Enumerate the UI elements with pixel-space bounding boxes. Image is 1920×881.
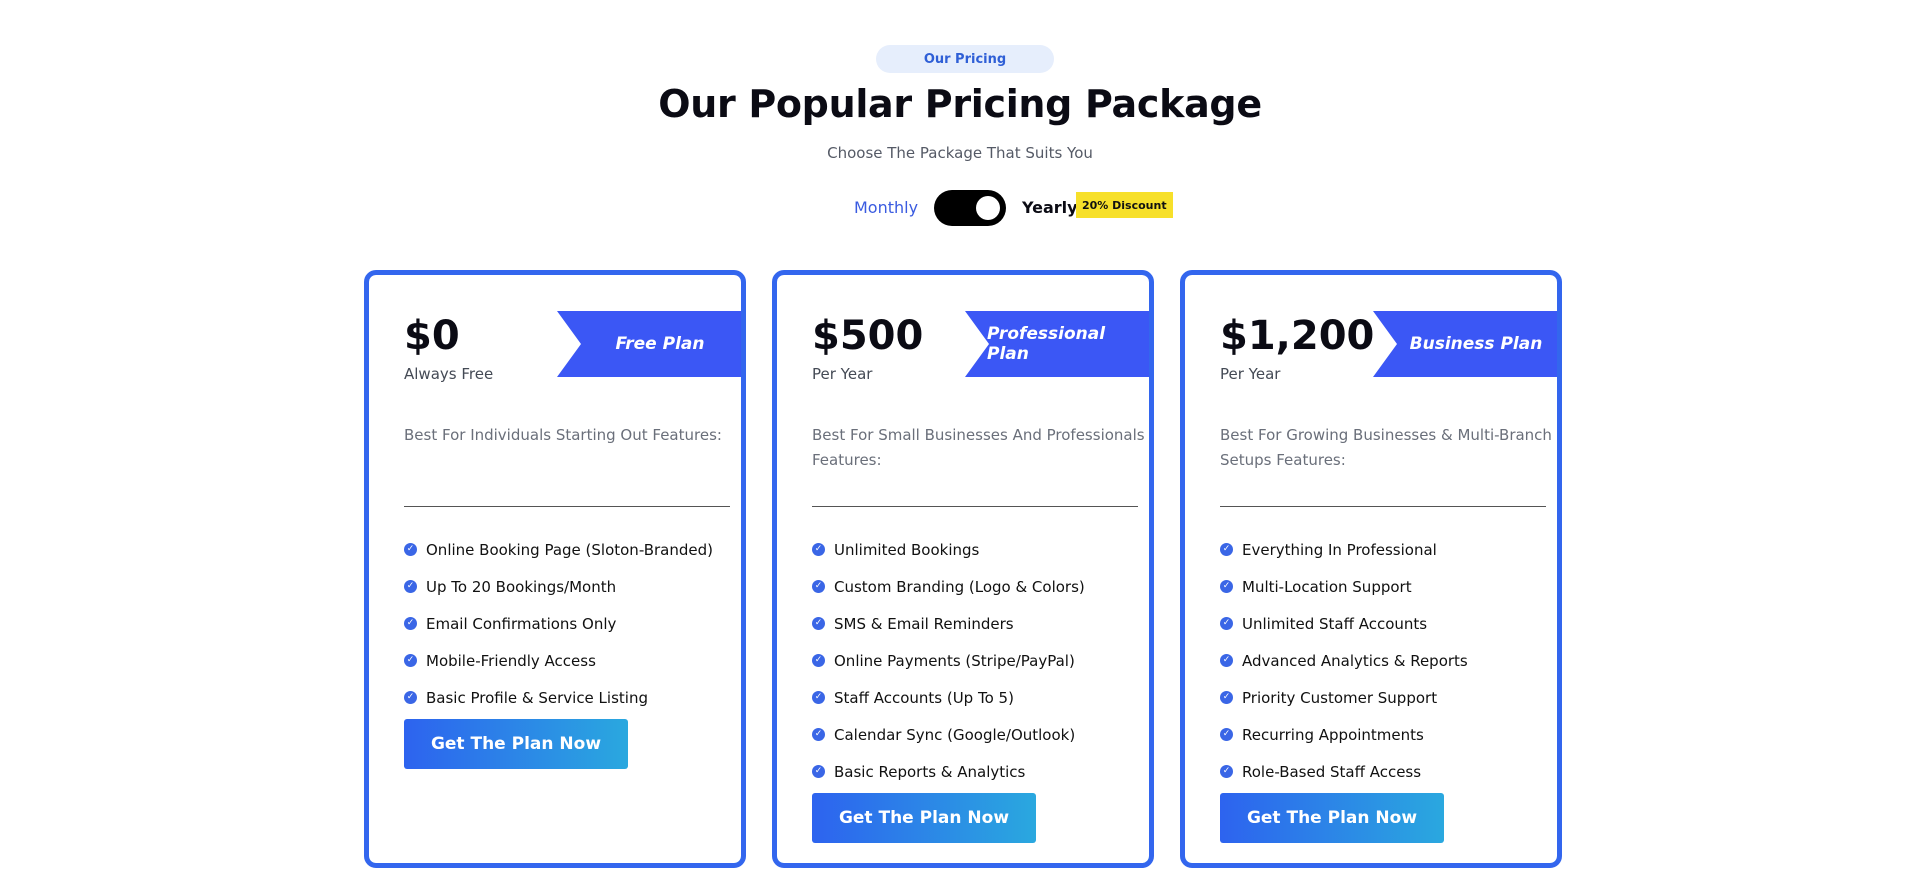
divider — [812, 506, 1138, 507]
check-circle-icon: ✓ — [812, 580, 825, 593]
feature-list: ✓ Everything In Professional ✓ Multi-Locat… — [1220, 531, 1557, 790]
billing-toggle-switch[interactable] — [934, 190, 1006, 226]
pricing-card-free: $0 Always Free Free Plan Best For Indivi… — [364, 270, 746, 868]
pricing-eyebrow: Our Pricing — [876, 45, 1054, 73]
feature-item: ✓ Role-Based Staff Access — [1220, 753, 1557, 790]
pricing-card-business: $1,200 Per Year Business Plan Best For G… — [1180, 270, 1562, 868]
plan-price: $1,200 — [1220, 313, 1375, 359]
check-circle-icon: ✓ — [1220, 728, 1233, 741]
check-circle-icon: ✓ — [812, 543, 825, 556]
check-circle-icon: ✓ — [404, 617, 417, 630]
check-circle-icon: ✓ — [812, 691, 825, 704]
plan-period: Always Free — [404, 365, 494, 383]
yearly-label[interactable]: Yearly — [1022, 198, 1078, 217]
feature-text: Custom Branding (Logo & Colors) — [834, 577, 1085, 596]
discount-badge: 20% Discount — [1076, 192, 1173, 218]
check-circle-icon: ✓ — [1220, 765, 1233, 778]
feature-list: ✓ Online Booking Page (Sloton-Branded) ✓ U… — [404, 531, 741, 716]
feature-item: ✓ Everything In Professional — [1220, 531, 1557, 568]
feature-text: Email Confirmations Only — [426, 614, 617, 633]
check-circle-icon: ✓ — [404, 543, 417, 556]
check-circle-icon: ✓ — [404, 691, 417, 704]
check-circle-icon: ✓ — [404, 580, 417, 593]
plan-description: Best For Growing Businesses & Multi-Bran… — [1220, 426, 1552, 469]
feature-text: Multi-Location Support — [1242, 577, 1412, 596]
feature-item: ✓ Advanced Analytics & Reports — [1220, 642, 1557, 679]
get-plan-button[interactable]: Get The Plan Now — [1220, 793, 1444, 843]
feature-text: Basic Reports & Analytics — [834, 762, 1026, 781]
check-circle-icon: ✓ — [1220, 654, 1233, 667]
feature-text: SMS & Email Reminders — [834, 614, 1014, 633]
pricing-card-professional: $500 Per Year Professional Plan Best For… — [772, 270, 1154, 868]
monthly-label[interactable]: Monthly — [854, 198, 918, 217]
feature-item: ✓ Recurring Appointments — [1220, 716, 1557, 753]
plan-ribbon: Business Plan — [1373, 311, 1557, 377]
feature-list: ✓ Unlimited Bookings ✓ Custom Branding (Lo… — [812, 531, 1149, 790]
feature-item: ✓ Calendar Sync (Google/Outlook) — [812, 716, 1149, 753]
check-circle-icon: ✓ — [1220, 580, 1233, 593]
feature-text: Priority Customer Support — [1242, 688, 1438, 707]
plan-period: Per Year — [1220, 365, 1281, 383]
divider — [404, 506, 730, 507]
plan-period: Per Year — [812, 365, 873, 383]
check-circle-icon: ✓ — [812, 728, 825, 741]
plan-description: Best For Individuals Starting Out Featur… — [404, 426, 722, 444]
page-subtitle: Choose The Package That Suits You — [827, 144, 1093, 162]
check-circle-icon: ✓ — [812, 765, 825, 778]
plan-ribbon: Professional Plan — [965, 311, 1149, 377]
feature-text: Role-Based Staff Access — [1242, 762, 1422, 781]
feature-item: ✓ Unlimited Bookings — [812, 531, 1149, 568]
plan-price: $0 — [404, 313, 460, 359]
get-plan-button[interactable]: Get The Plan Now — [812, 793, 1036, 843]
feature-text: Calendar Sync (Google/Outlook) — [834, 725, 1076, 744]
plan-description: Best For Small Businesses And Profession… — [812, 426, 1145, 469]
feature-text: Advanced Analytics & Reports — [1242, 651, 1468, 670]
feature-text: Staff Accounts (Up To 5) — [834, 688, 1014, 707]
feature-text: Unlimited Bookings — [834, 540, 980, 559]
billing-toggle-row: Monthly Yearly 20% Discount — [0, 188, 1920, 228]
feature-item: ✓ Staff Accounts (Up To 5) — [812, 679, 1149, 716]
check-circle-icon: ✓ — [404, 654, 417, 667]
feature-text: Online Payments (Stripe/PayPal) — [834, 651, 1075, 670]
feature-text: Basic Profile & Service Listing — [426, 688, 648, 707]
check-circle-icon: ✓ — [1220, 617, 1233, 630]
page-title: Our Popular Pricing Package — [658, 82, 1262, 126]
feature-text: Recurring Appointments — [1242, 725, 1424, 744]
toggle-knob — [976, 196, 1000, 220]
plan-ribbon: Free Plan — [557, 311, 741, 377]
feature-item: ✓ Mobile-Friendly Access — [404, 642, 741, 679]
check-circle-icon: ✓ — [1220, 543, 1233, 556]
plan-price: $500 — [812, 313, 924, 359]
feature-text: Mobile-Friendly Access — [426, 651, 596, 670]
feature-text: Everything In Professional — [1242, 540, 1437, 559]
feature-item: ✓ SMS & Email Reminders — [812, 605, 1149, 642]
check-circle-icon: ✓ — [1220, 691, 1233, 704]
get-plan-button[interactable]: Get The Plan Now — [404, 719, 628, 769]
feature-item: ✓ Online Booking Page (Sloton-Branded) — [404, 531, 741, 568]
check-circle-icon: ✓ — [812, 654, 825, 667]
feature-item: ✓ Online Payments (Stripe/PayPal) — [812, 642, 1149, 679]
feature-item: ✓ Basic Reports & Analytics — [812, 753, 1149, 790]
divider — [1220, 506, 1546, 507]
feature-item: ✓ Custom Branding (Logo & Colors) — [812, 568, 1149, 605]
feature-item: ✓ Basic Profile & Service Listing — [404, 679, 741, 716]
feature-item: ✓ Up To 20 Bookings/Month — [404, 568, 741, 605]
feature-item: ✓ Email Confirmations Only — [404, 605, 741, 642]
check-circle-icon: ✓ — [812, 617, 825, 630]
feature-item: ✓ Unlimited Staff Accounts — [1220, 605, 1557, 642]
feature-text: Unlimited Staff Accounts — [1242, 614, 1428, 633]
feature-item: ✓ Priority Customer Support — [1220, 679, 1557, 716]
feature-item: ✓ Multi-Location Support — [1220, 568, 1557, 605]
feature-text: Online Booking Page (Sloton-Branded) — [426, 540, 713, 559]
feature-text: Up To 20 Bookings/Month — [426, 577, 617, 596]
